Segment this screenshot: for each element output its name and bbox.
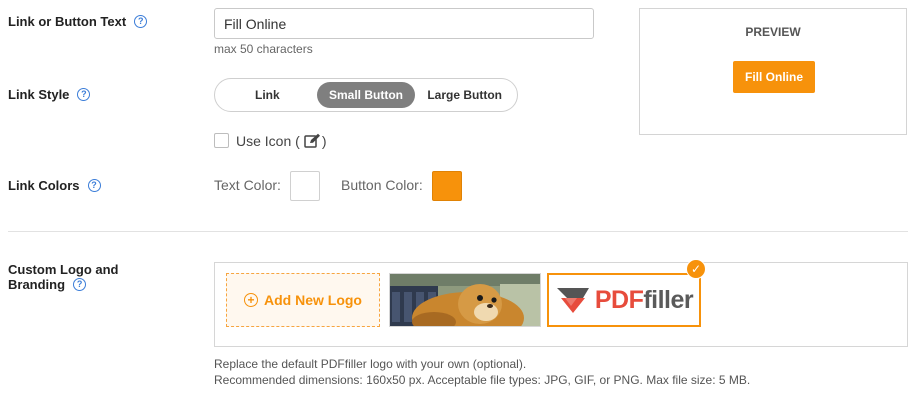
- pdffiller-logo-icon: [556, 288, 589, 313]
- link-text-label: Link or Button Text ?: [8, 14, 148, 29]
- preview-button[interactable]: Fill Online: [733, 61, 815, 93]
- add-new-logo-button[interactable]: + Add New Logo: [226, 273, 380, 327]
- link-style-option-link[interactable]: Link: [218, 82, 317, 108]
- text-color-swatch[interactable]: [290, 171, 320, 201]
- use-icon-label-close: ): [321, 133, 327, 149]
- logo-gallery: + Add New Logo PDFfiller ✓: [214, 259, 908, 347]
- branding-note-line2: Recommended dimensions: 160x50 px. Accep…: [214, 373, 751, 387]
- use-icon-label: Use Icon ( ): [236, 133, 326, 149]
- branding-label-line2: Branding: [8, 277, 66, 292]
- logo-brand-text-pdf: PDF: [594, 285, 644, 314]
- link-style-option-large-button[interactable]: Large Button: [415, 82, 514, 108]
- help-icon[interactable]: ?: [77, 88, 91, 101]
- use-icon-label-text: Use Icon (: [236, 133, 300, 149]
- preview-title: PREVIEW: [745, 25, 801, 39]
- help-icon[interactable]: ?: [87, 179, 101, 192]
- logo-thumbnail-pdffiller-selected[interactable]: PDFfiller: [547, 273, 701, 327]
- use-icon-checkbox[interactable]: [214, 133, 229, 148]
- logo-thumbnail-custom[interactable]: [389, 273, 541, 327]
- button-color-label: Button Color:: [341, 177, 423, 193]
- link-style-label-text: Link Style: [8, 87, 70, 102]
- link-style-segmented-control: Link Small Button Large Button: [214, 78, 518, 112]
- help-icon[interactable]: ?: [73, 278, 87, 291]
- edit-icon: [304, 133, 321, 149]
- logo-brand-text-filler: filler: [643, 285, 694, 314]
- link-text-input[interactable]: [214, 8, 594, 39]
- branding-label: Custom Logo and Branding ?: [8, 262, 119, 292]
- link-text-label-text: Link or Button Text: [8, 14, 127, 29]
- link-style-label: Link Style ?: [8, 87, 91, 102]
- gopher-photo-icon: [390, 274, 540, 326]
- help-icon[interactable]: ?: [134, 15, 148, 28]
- branding-label-line1: Custom Logo and: [8, 262, 119, 277]
- branding-note-line1: Replace the default PDFfiller logo with …: [214, 357, 527, 371]
- text-color-label: Text Color:: [214, 177, 281, 193]
- button-color-swatch[interactable]: [432, 171, 462, 201]
- add-circle-icon: +: [244, 293, 258, 307]
- link-colors-label-text: Link Colors: [8, 178, 80, 193]
- preview-panel: PREVIEW Fill Online: [639, 8, 907, 135]
- section-divider: [8, 231, 908, 232]
- link-style-option-small-button[interactable]: Small Button: [316, 82, 416, 108]
- link-text-hint: max 50 characters: [214, 42, 313, 56]
- add-new-logo-label: Add New Logo: [264, 292, 362, 308]
- link-colors-label: Link Colors ?: [8, 178, 101, 193]
- selected-check-icon: ✓: [686, 259, 706, 279]
